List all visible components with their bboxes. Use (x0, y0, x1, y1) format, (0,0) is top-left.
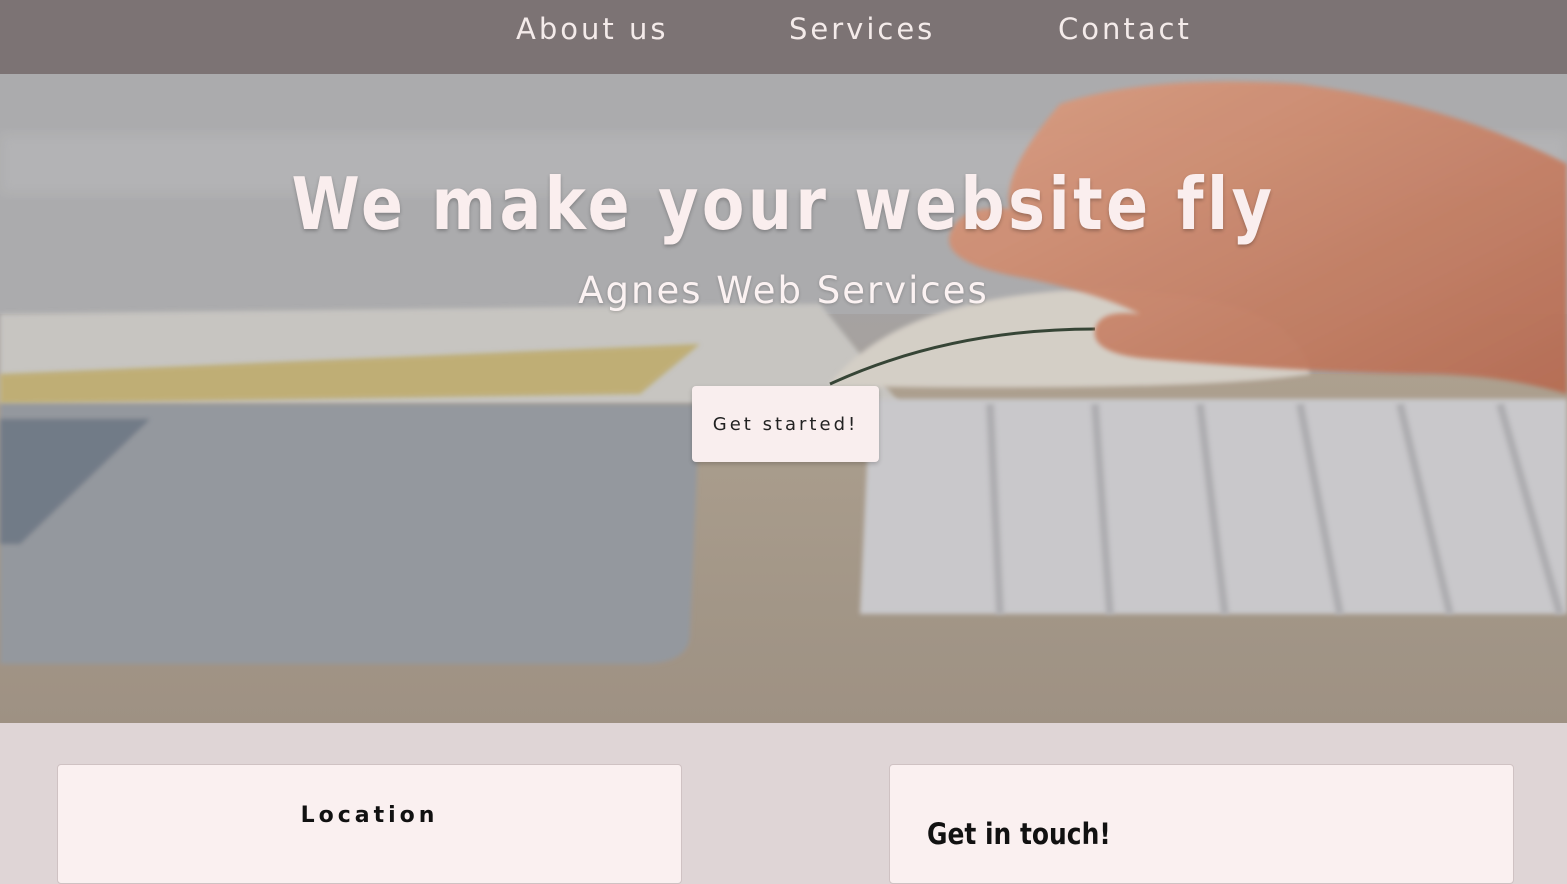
nav-link-about-us[interactable]: About us (516, 12, 668, 46)
nav-link-services[interactable]: Services (789, 12, 935, 46)
hero-title: We make your website fly (291, 162, 1276, 246)
hero-subtitle: Agnes Web Services (578, 269, 989, 312)
location-heading: Location (300, 803, 439, 828)
location-card: Location (57, 764, 682, 884)
get-in-touch-heading: Get in touch! (927, 817, 1111, 851)
get-in-touch-card: Get in touch! (889, 764, 1514, 884)
top-navigation: About us Services Contact (0, 0, 1567, 74)
get-started-button[interactable]: Get started! (692, 386, 879, 462)
hero-section: We make your website fly Agnes Web Servi… (0, 74, 1567, 723)
nav-link-contact[interactable]: Contact (1058, 12, 1192, 46)
